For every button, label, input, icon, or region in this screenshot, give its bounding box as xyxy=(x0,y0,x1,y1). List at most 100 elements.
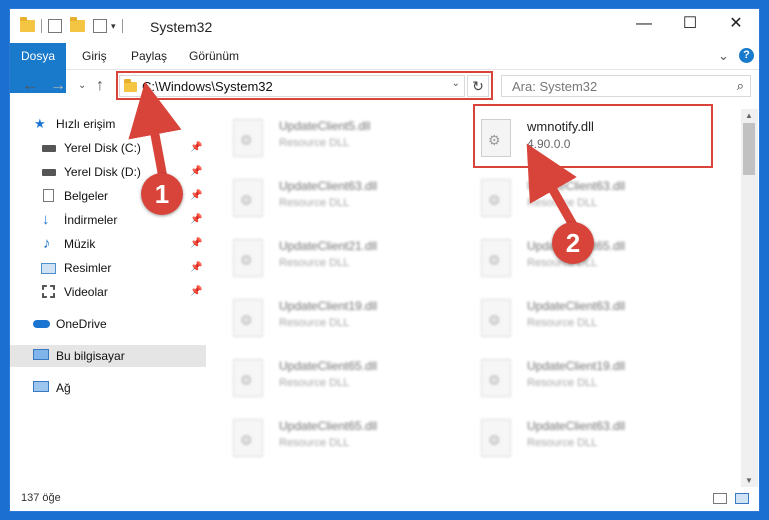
sidebar-item-network[interactable]: Ağ xyxy=(10,377,206,399)
drive-icon xyxy=(42,145,56,152)
back-button[interactable]: ← xyxy=(22,77,38,95)
file-item[interactable]: UpdateClient63.dll Resource DLL xyxy=(461,413,691,463)
pin-icon[interactable]: 📌 xyxy=(190,233,202,255)
dll-file-icon xyxy=(233,299,263,337)
file-description: Resource DLL xyxy=(527,197,598,209)
scroll-down-icon[interactable]: ▼ xyxy=(745,476,753,485)
file-description: Resource DLL xyxy=(279,437,350,449)
star-icon: ★ xyxy=(34,116,46,131)
properties-icon[interactable] xyxy=(48,19,62,33)
file-item[interactable]: UpdateClient65.dll Resource DLL xyxy=(213,353,443,403)
tiles-view-icon[interactable] xyxy=(735,493,749,504)
status-bar: 137 öğe xyxy=(10,487,759,511)
dll-file-icon xyxy=(481,239,511,277)
annotation-highlight-address xyxy=(116,71,493,100)
tab-giris[interactable]: Giriş xyxy=(82,43,107,69)
scrollbar-thumb[interactable] xyxy=(743,123,755,175)
sidebar-item-videos[interactable]: Videolar 📌 xyxy=(10,281,206,303)
sidebar-item-music[interactable]: ♪ Müzik 📌 xyxy=(10,233,206,255)
file-name: UpdateClient63.dll xyxy=(279,179,378,193)
new-folder-icon[interactable] xyxy=(70,17,85,32)
file-description: Resource DLL xyxy=(279,137,350,149)
pin-icon[interactable]: 📌 xyxy=(190,137,202,159)
dll-file-icon xyxy=(233,179,263,217)
sidebar-item-local-disk-c[interactable]: Yerel Disk (C:) 📌 xyxy=(10,137,206,159)
dll-file-icon xyxy=(481,179,511,217)
sidebar-item-downloads[interactable]: ↓ İndirmeler 📌 xyxy=(10,209,206,231)
divider xyxy=(41,19,42,33)
sidebar-item-label: Yerel Disk (C:) xyxy=(64,141,141,155)
maximize-button[interactable]: ☐ xyxy=(667,9,713,41)
file-description: Resource DLL xyxy=(527,437,598,449)
tab-gorunum[interactable]: Görünüm xyxy=(189,43,239,69)
pin-icon[interactable]: 📌 xyxy=(190,257,202,279)
navigation-pane: ★ Hızlı erişim Yerel Disk (C:) 📌 Yerel D… xyxy=(10,109,206,479)
file-item[interactable]: UpdateClient65.dll Resource DLL xyxy=(213,413,443,463)
file-name: UpdateClient19.dll xyxy=(279,299,378,313)
explorer-window: ▾ System32 — ☐ ✕ Dosya Giriş Paylaş Görü… xyxy=(9,8,760,512)
details-view-icon[interactable] xyxy=(713,493,727,504)
vertical-scrollbar[interactable]: ▲ ▼ xyxy=(741,109,758,487)
search-input[interactable]: Ara: System32 ⌕ xyxy=(501,75,751,97)
file-item[interactable]: UpdateClient63.dll Resource DLL xyxy=(461,293,691,343)
pin-icon[interactable]: 📌 xyxy=(190,161,202,183)
documents-icon xyxy=(43,189,54,202)
scroll-up-icon[interactable]: ▲ xyxy=(745,111,753,120)
file-description: Resource DLL xyxy=(527,317,598,329)
sidebar-item-label: OneDrive xyxy=(56,317,107,331)
pin-icon[interactable]: 📌 xyxy=(190,281,202,303)
window-title: System32 xyxy=(150,19,213,35)
sidebar-item-label: Müzik xyxy=(64,237,96,251)
title-bar: ▾ System32 — ☐ ✕ xyxy=(10,9,759,43)
file-item[interactable]: UpdateClient63.dll Resource DLL xyxy=(213,173,443,223)
network-icon xyxy=(33,381,49,392)
ribbon-collapse-icon[interactable]: ⌄ xyxy=(718,43,729,69)
recent-locations-button[interactable]: ⌄ xyxy=(78,80,86,91)
customize-toolbar-icon[interactable] xyxy=(93,19,107,33)
ribbon-tabs: Dosya Giriş Paylaş Görünüm ⌄ ? xyxy=(10,43,759,93)
folder-icon xyxy=(20,17,35,32)
file-item[interactable]: UpdateClient19.dll Resource DLL xyxy=(461,353,691,403)
file-description: Resource DLL xyxy=(279,317,350,329)
dll-file-icon xyxy=(481,419,511,457)
computer-icon xyxy=(33,349,49,360)
minimize-button[interactable]: — xyxy=(621,9,667,41)
sidebar-item-pictures[interactable]: Resimler 📌 xyxy=(10,257,206,279)
videos-icon xyxy=(42,285,55,298)
tab-paylas[interactable]: Paylaş xyxy=(131,43,167,69)
sidebar-item-onedrive[interactable]: OneDrive xyxy=(10,313,206,335)
sidebar-item-label: Videolar xyxy=(64,285,108,299)
file-description: Resource DLL xyxy=(279,377,350,389)
file-name: UpdateClient21.dll xyxy=(279,239,378,253)
dll-file-icon xyxy=(233,359,263,397)
item-count: 137 öğe xyxy=(21,492,61,504)
sidebar-item-label: Hızlı erişim xyxy=(56,117,116,131)
help-icon[interactable]: ? xyxy=(739,48,754,63)
file-description: Resource DLL xyxy=(527,377,598,389)
file-item[interactable]: UpdateClient19.dll Resource DLL xyxy=(213,293,443,343)
dll-file-icon xyxy=(233,119,263,157)
annotation-highlight-file xyxy=(473,104,713,168)
pin-icon[interactable]: 📌 xyxy=(190,185,202,207)
sidebar-item-this-pc[interactable]: Bu bilgisayar xyxy=(10,345,206,367)
sidebar-item-label: Belgeler xyxy=(64,189,109,203)
sidebar-item-quick-access[interactable]: ★ Hızlı erişim xyxy=(10,113,206,135)
sidebar-item-label: Resimler xyxy=(64,261,112,275)
file-item[interactable]: UpdateClient5.dll Resource DLL xyxy=(213,113,443,163)
sidebar-item-label: Bu bilgisayar xyxy=(56,349,125,363)
chevron-down-icon[interactable]: ▾ xyxy=(111,21,116,32)
cloud-icon xyxy=(33,320,50,328)
file-item[interactable]: UpdateClient63.dll Resource DLL xyxy=(461,173,691,223)
quick-access-toolbar: ▾ xyxy=(20,17,129,33)
drive-icon xyxy=(42,169,56,176)
up-button[interactable]: ↑ xyxy=(96,77,104,95)
search-placeholder: Ara: System32 xyxy=(512,79,598,94)
pin-icon[interactable]: 📌 xyxy=(190,209,202,231)
file-description: Resource DLL xyxy=(279,197,350,209)
file-name: UpdateClient5.dll xyxy=(279,119,371,133)
file-item[interactable]: UpdateClient21.dll Resource DLL xyxy=(213,233,443,283)
forward-button[interactable]: → xyxy=(50,77,66,95)
pictures-icon xyxy=(41,263,56,274)
search-icon[interactable]: ⌕ xyxy=(737,78,744,94)
close-button[interactable]: ✕ xyxy=(713,9,759,41)
